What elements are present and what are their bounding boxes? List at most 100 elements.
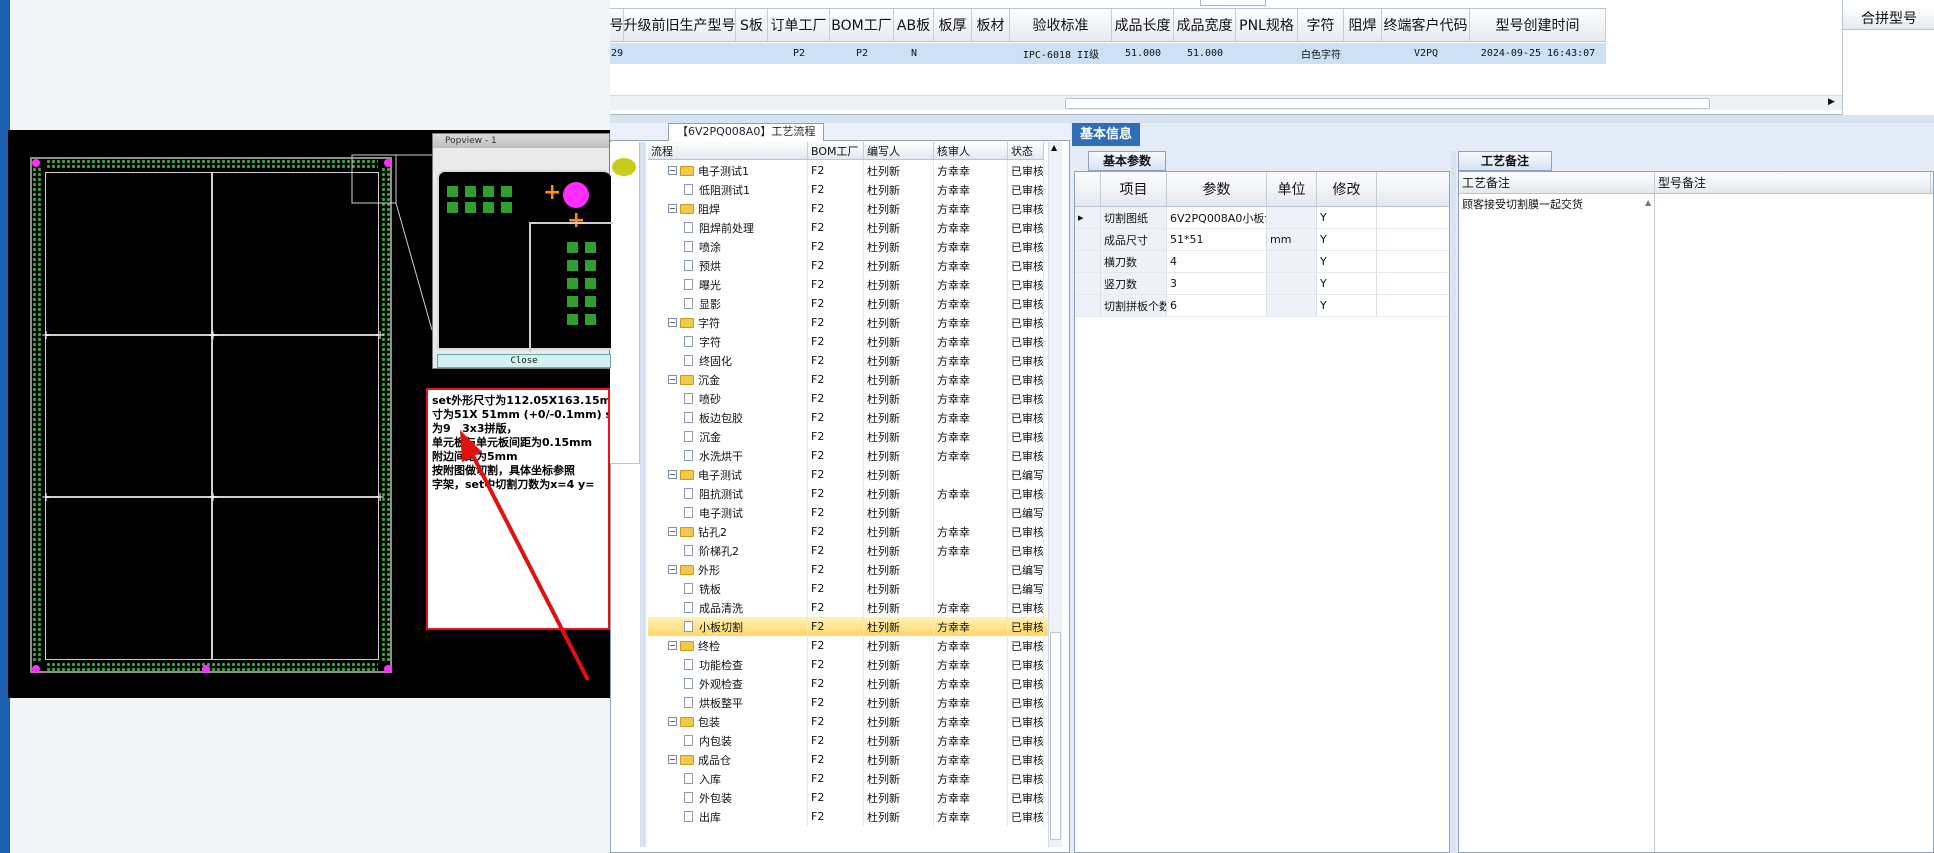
param-row[interactable]: 成品尺寸 51*51 mm Y	[1075, 229, 1449, 251]
tree-name-cell[interactable]: − 成品仓	[648, 750, 808, 769]
grid-cell[interactable]: P2	[768, 43, 830, 64]
tab-process-notes[interactable]: 工艺备注	[1458, 151, 1553, 171]
model-grid-row[interactable]: 29 P2 P2 N IPC-6018 II级 51.000 51.000 白色字符 V2PQ 2…	[610, 43, 1606, 64]
tree-name-cell[interactable]: 终固化	[648, 351, 808, 370]
param-row[interactable]: 竖刀数 3 Y	[1075, 273, 1449, 295]
grid-cell[interactable]	[736, 43, 768, 64]
param-item-cell[interactable]: 成品尺寸	[1101, 229, 1167, 250]
tree-row[interactable]: − 终检 F2 杜列新 方幸幸 已审核	[648, 636, 1058, 655]
tree-row[interactable]: 外包装 F2 杜列新 方幸幸 已审核	[648, 788, 1058, 807]
column-header[interactable]: BOM工厂	[808, 142, 864, 159]
collapse-toggle-icon[interactable]: −	[668, 565, 677, 574]
horizontal-scrollbar[interactable]: ▶	[610, 95, 1842, 110]
column-header[interactable]: 单位	[1267, 172, 1317, 206]
panel-splitter[interactable]	[1451, 151, 1456, 853]
column-header[interactable]: 流程	[648, 142, 808, 159]
tree-row[interactable]: 低阻测试1 F2 杜列新 方幸幸 已审核	[648, 180, 1058, 199]
collapse-toggle-icon[interactable]: −	[668, 166, 677, 175]
tree-row[interactable]: 终固化 F2 杜列新 方幸幸 已审核	[648, 351, 1058, 370]
tree-name-cell[interactable]: 铣板	[648, 579, 808, 598]
tree-name-cell[interactable]: 烘板整平	[648, 693, 808, 712]
process-flow-tab[interactable]: 【6V2PQ008A0】工艺流程	[668, 123, 825, 141]
grid-cell[interactable]	[972, 43, 1010, 64]
param-edit-cell[interactable]: Y	[1317, 207, 1377, 228]
grid-cell[interactable]	[934, 43, 972, 64]
column-header[interactable]: PNL规格	[1236, 9, 1298, 41]
popview-close-button[interactable]: Close	[437, 354, 611, 368]
tree-name-cell[interactable]: 阻抗测试	[648, 484, 808, 503]
tree-row[interactable]: 显影 F2 杜列新 方幸幸 已审核	[648, 294, 1058, 313]
tree-name-cell[interactable]: 内包装	[648, 731, 808, 750]
tree-row[interactable]: 阻抗测试 F2 杜列新 方幸幸 已审核	[648, 484, 1058, 503]
tree-row[interactable]: − 钻孔2 F2 杜列新 方幸幸 已审核	[648, 522, 1058, 541]
collapse-toggle-icon[interactable]: −	[668, 375, 677, 384]
grid-cell[interactable]: P2	[830, 43, 894, 64]
column-header[interactable]: 阻焊	[1344, 9, 1382, 41]
tree-name-cell[interactable]: − 电子测试1	[648, 161, 808, 180]
vertical-splitter[interactable]	[640, 142, 646, 847]
column-header[interactable]: AB板	[894, 9, 934, 41]
tree-name-cell[interactable]: 电子测试	[648, 503, 808, 522]
tree-name-cell[interactable]: 喷涂	[648, 237, 808, 256]
tree-name-cell[interactable]: 外包装	[648, 788, 808, 807]
scroll-up-arrow-icon[interactable]: ▲	[1051, 143, 1057, 152]
param-item-cell[interactable]: 切割拼板个数	[1101, 295, 1167, 316]
grid-cell[interactable]: 51.000	[1112, 43, 1174, 64]
param-edit-cell[interactable]: Y	[1317, 295, 1377, 316]
param-unit-cell[interactable]: mm	[1267, 229, 1317, 250]
param-unit-cell[interactable]	[1267, 273, 1317, 294]
grid-cell[interactable]	[624, 43, 736, 64]
grid-cell[interactable]	[1236, 43, 1298, 64]
tree-row[interactable]: 出库 F2 杜列新 方幸幸 已审核	[648, 807, 1058, 826]
param-value-cell[interactable]: 4	[1167, 251, 1267, 272]
collapse-toggle-icon[interactable]: −	[668, 470, 677, 479]
param-unit-cell[interactable]	[1267, 251, 1317, 272]
column-header[interactable]: 工艺备注	[1459, 172, 1655, 193]
column-header[interactable]: 成品长度	[1112, 9, 1174, 41]
column-header[interactable]: S板	[736, 9, 768, 41]
tab-basic-params[interactable]: 基本参数	[1088, 151, 1167, 171]
tree-name-cell[interactable]: − 包装	[648, 712, 808, 731]
tree-name-cell[interactable]: 低阻测试1	[648, 180, 808, 199]
collapse-toggle-icon[interactable]: −	[668, 717, 677, 726]
horizontal-splitter[interactable]	[610, 115, 1934, 123]
column-header[interactable]: BOM工厂	[830, 9, 894, 41]
column-header[interactable]: 终端客户代码	[1382, 9, 1470, 41]
tree-name-cell[interactable]: − 沉金	[648, 370, 808, 389]
grid-cell[interactable]: 2024-09-25 16:43:07	[1470, 43, 1606, 64]
param-edit-cell[interactable]: Y	[1317, 273, 1377, 294]
column-header[interactable]: 编写人	[864, 142, 934, 159]
tree-row[interactable]: 内包装 F2 杜列新 方幸幸 已审核	[648, 731, 1058, 750]
tree-row[interactable]: 预烘 F2 杜列新 方幸幸 已审核	[648, 256, 1058, 275]
scroll-right-arrow-icon[interactable]: ▶	[1828, 97, 1835, 107]
collapse-toggle-icon[interactable]: −	[668, 527, 677, 536]
column-header[interactable]: 板厚	[934, 9, 972, 41]
scroll-thumb[interactable]	[1065, 98, 1710, 109]
tree-row[interactable]: 阻焊前处理 F2 杜列新 方幸幸 已审核	[648, 218, 1058, 237]
column-header[interactable]: 项目	[1101, 172, 1167, 206]
tree-name-cell[interactable]: 沉金	[648, 427, 808, 446]
tree-name-cell[interactable]: 阻焊前处理	[648, 218, 808, 237]
param-edit-cell[interactable]: Y	[1317, 251, 1377, 272]
collapse-toggle-icon[interactable]: −	[668, 641, 677, 650]
grid-cell[interactable]: IPC-6018 II级	[1010, 43, 1112, 64]
tree-row[interactable]: 板边包胶 F2 杜列新 方幸幸 已审核	[648, 408, 1058, 427]
popview-window[interactable]: Popview - 1 + + Close	[432, 133, 613, 369]
grid-cell[interactable]: N	[894, 43, 934, 64]
tree-row[interactable]: − 电子测试1 F2 杜列新 方幸幸 已审核	[648, 161, 1058, 180]
column-header[interactable]: 参数	[1167, 172, 1267, 206]
param-value-cell[interactable]: 3	[1167, 273, 1267, 294]
tree-row[interactable]: 入库 F2 杜列新 方幸幸 已审核	[648, 769, 1058, 788]
tree-name-cell[interactable]: 预烘	[648, 256, 808, 275]
vertical-scrollbar[interactable]: ▲	[1048, 142, 1062, 847]
scroll-up-arrow-icon[interactable]: ▲	[1645, 198, 1651, 207]
tree-row-selected[interactable]: 小板切割 F2 杜列新 方幸幸 已审核	[648, 617, 1058, 636]
tree-row[interactable]: 水洗烘干 F2 杜列新 方幸幸 已审核	[648, 446, 1058, 465]
tree-name-cell[interactable]: 外观检查	[648, 674, 808, 693]
column-header[interactable]: 型号备注	[1655, 172, 1931, 193]
tree-name-cell[interactable]: − 阻焊	[648, 199, 808, 218]
tab-basic-info[interactable]: 基本信息	[1072, 123, 1141, 146]
collapse-toggle-icon[interactable]: −	[668, 318, 677, 327]
tree-row[interactable]: 喷涂 F2 杜列新 方幸幸 已审核	[648, 237, 1058, 256]
tree-name-cell[interactable]: 板边包胶	[648, 408, 808, 427]
